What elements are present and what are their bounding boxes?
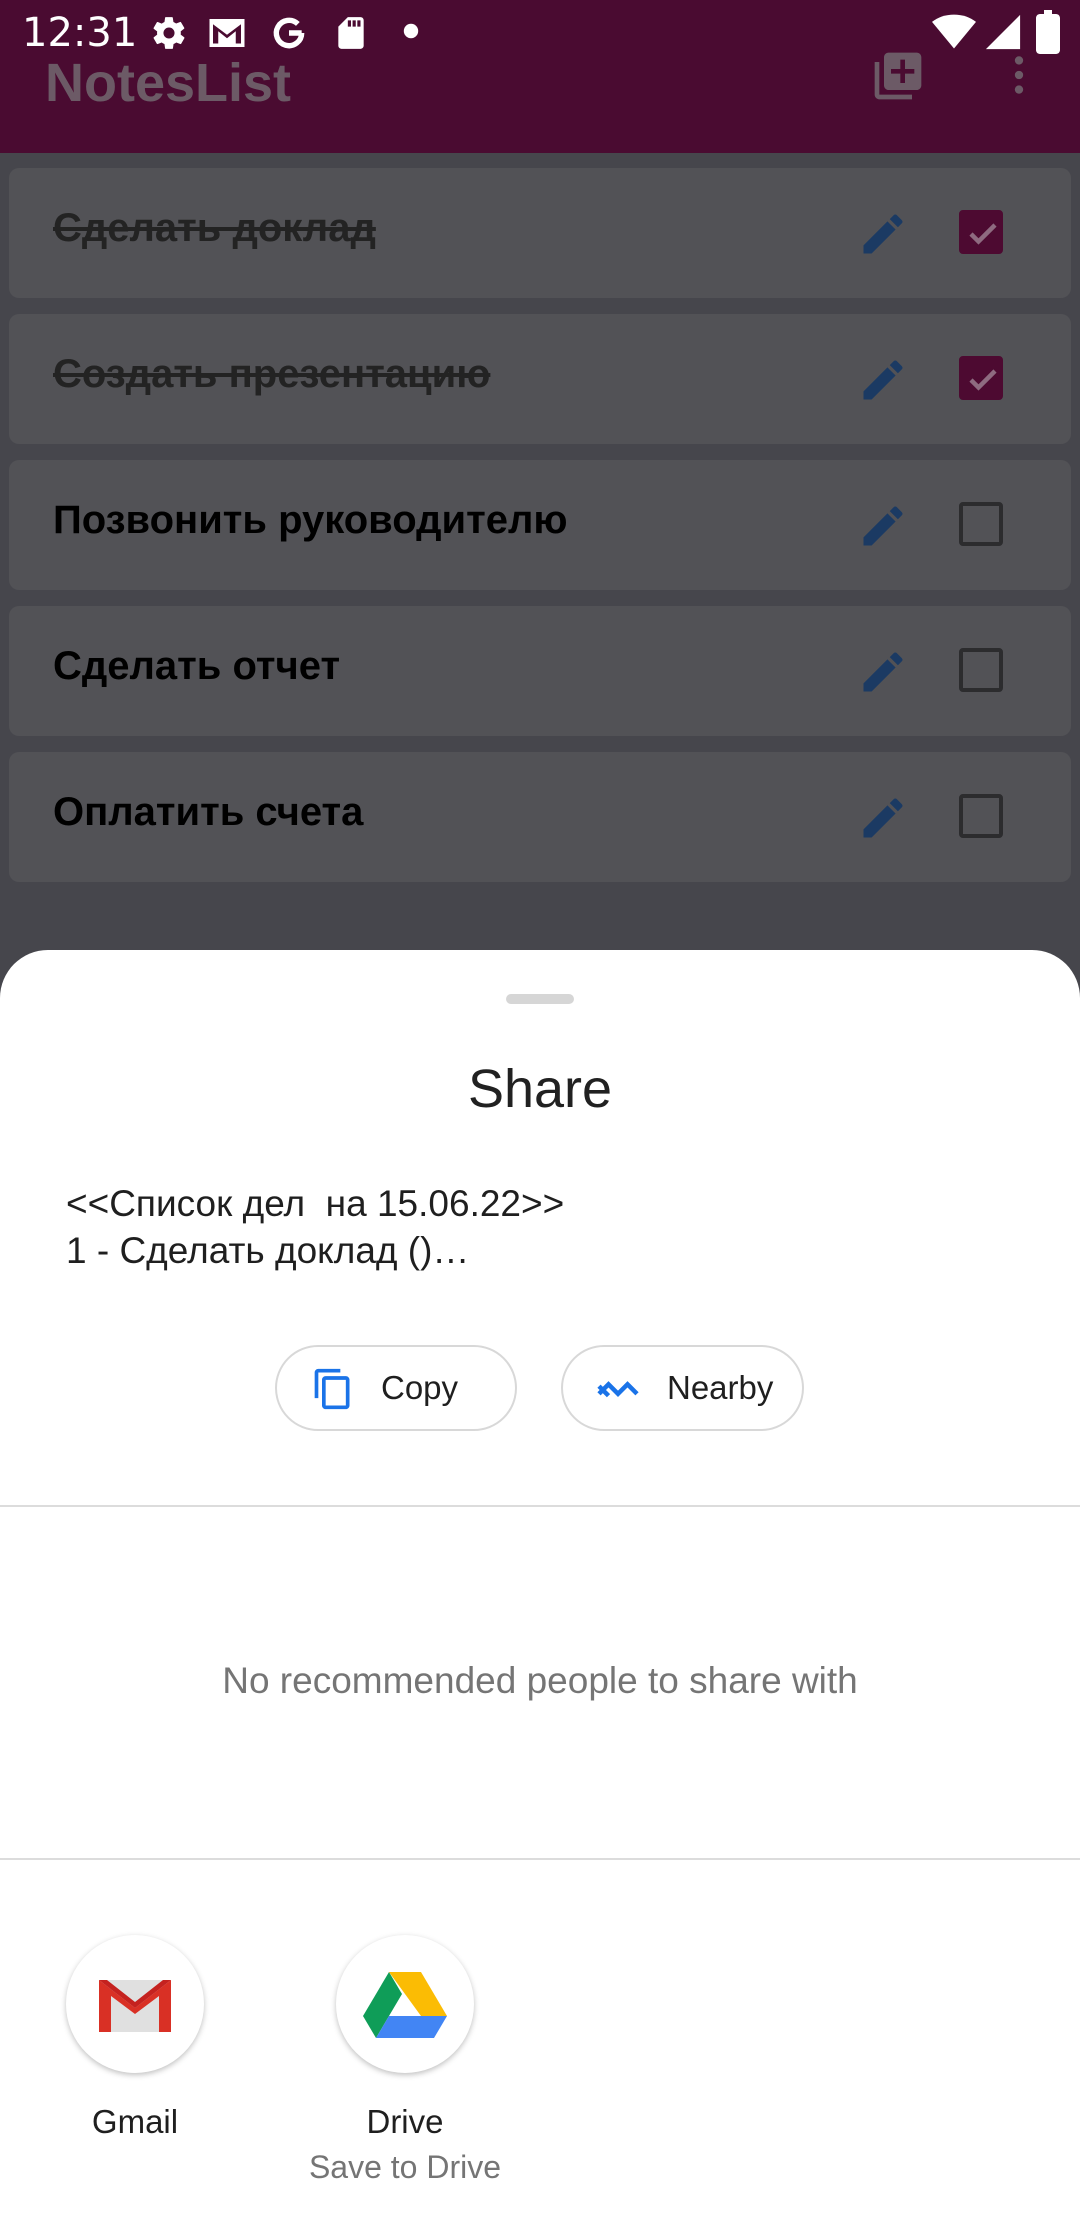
done-checkbox[interactable] — [959, 648, 1003, 692]
note-label: Оплатить счета — [53, 790, 364, 834]
status-time: 12:31 — [22, 10, 138, 56]
gmail-notification-icon — [209, 19, 245, 47]
sd-card-icon — [338, 17, 364, 49]
wifi-icon — [932, 14, 976, 49]
edit-pencil-icon[interactable] — [857, 354, 909, 406]
notification-dot-icon — [403, 23, 419, 39]
copy-icon — [314, 1368, 350, 1410]
nearby-button[interactable]: Nearby — [561, 1345, 804, 1431]
note-label: Сделать отчет — [53, 644, 341, 688]
target-name: Gmail — [91, 2103, 179, 2140]
done-checkbox[interactable] — [959, 356, 1003, 400]
note-label: Позвонить руководителю — [53, 498, 568, 542]
share-sheet: Share <<Список дел на 15.06.22>> 1 - Сде… — [0, 950, 1080, 2220]
copy-label: Copy — [381, 1369, 459, 1406]
preview-line-1: <<Список дел на 15.06.22>> — [66, 1183, 565, 1224]
drag-handle[interactable] — [506, 994, 574, 1004]
edit-pencil-icon[interactable] — [857, 792, 909, 844]
status-bar: 12:31 — [0, 0, 1080, 68]
edit-pencil-icon[interactable] — [857, 208, 909, 260]
gmail-app-icon[interactable] — [66, 1935, 204, 2073]
note-card[interactable]: Сделать доклад — [9, 168, 1071, 298]
share-target-drive[interactable]: Drive Save to Drive — [270, 1935, 540, 2186]
target-name: Drive — [366, 2103, 444, 2140]
done-checkbox[interactable] — [959, 210, 1003, 254]
cell-signal-icon — [985, 14, 1021, 50]
nearby-icon — [597, 1381, 639, 1398]
google-icon — [273, 17, 305, 49]
no-people-message: No recommended people to share with — [222, 1660, 858, 1701]
share-target-gmail[interactable]: Gmail — [0, 1935, 270, 2141]
share-preview-text: <<Список дел на 15.06.22>> 1 - Сделать д… — [66, 1180, 564, 1274]
drive-app-icon[interactable] — [336, 1935, 474, 2073]
nearby-label: Nearby — [667, 1369, 774, 1406]
note-card[interactable]: Оплатить счета — [9, 752, 1071, 882]
edit-pencil-icon[interactable] — [857, 500, 909, 552]
note-card[interactable]: Сделать отчет — [9, 606, 1071, 736]
note-label: Создать презентацию — [53, 352, 491, 396]
divider — [0, 1505, 1080, 1507]
edit-pencil-icon[interactable] — [857, 646, 909, 698]
target-subtitle: Save to Drive — [308, 2149, 502, 2185]
note-label: Сделать доклад — [53, 206, 376, 250]
done-checkbox[interactable] — [959, 502, 1003, 546]
preview-line-2: 1 - Сделать доклад ()… — [66, 1230, 470, 1271]
done-checkbox[interactable] — [959, 794, 1003, 838]
copy-button[interactable]: Copy — [275, 1345, 517, 1431]
note-card[interactable]: Позвонить руководителю — [9, 460, 1071, 590]
settings-icon — [153, 17, 185, 49]
battery-icon — [1036, 10, 1060, 54]
note-card[interactable]: Создать презентацию — [9, 314, 1071, 444]
share-title: Share — [467, 1059, 613, 1119]
divider — [0, 1858, 1080, 1860]
